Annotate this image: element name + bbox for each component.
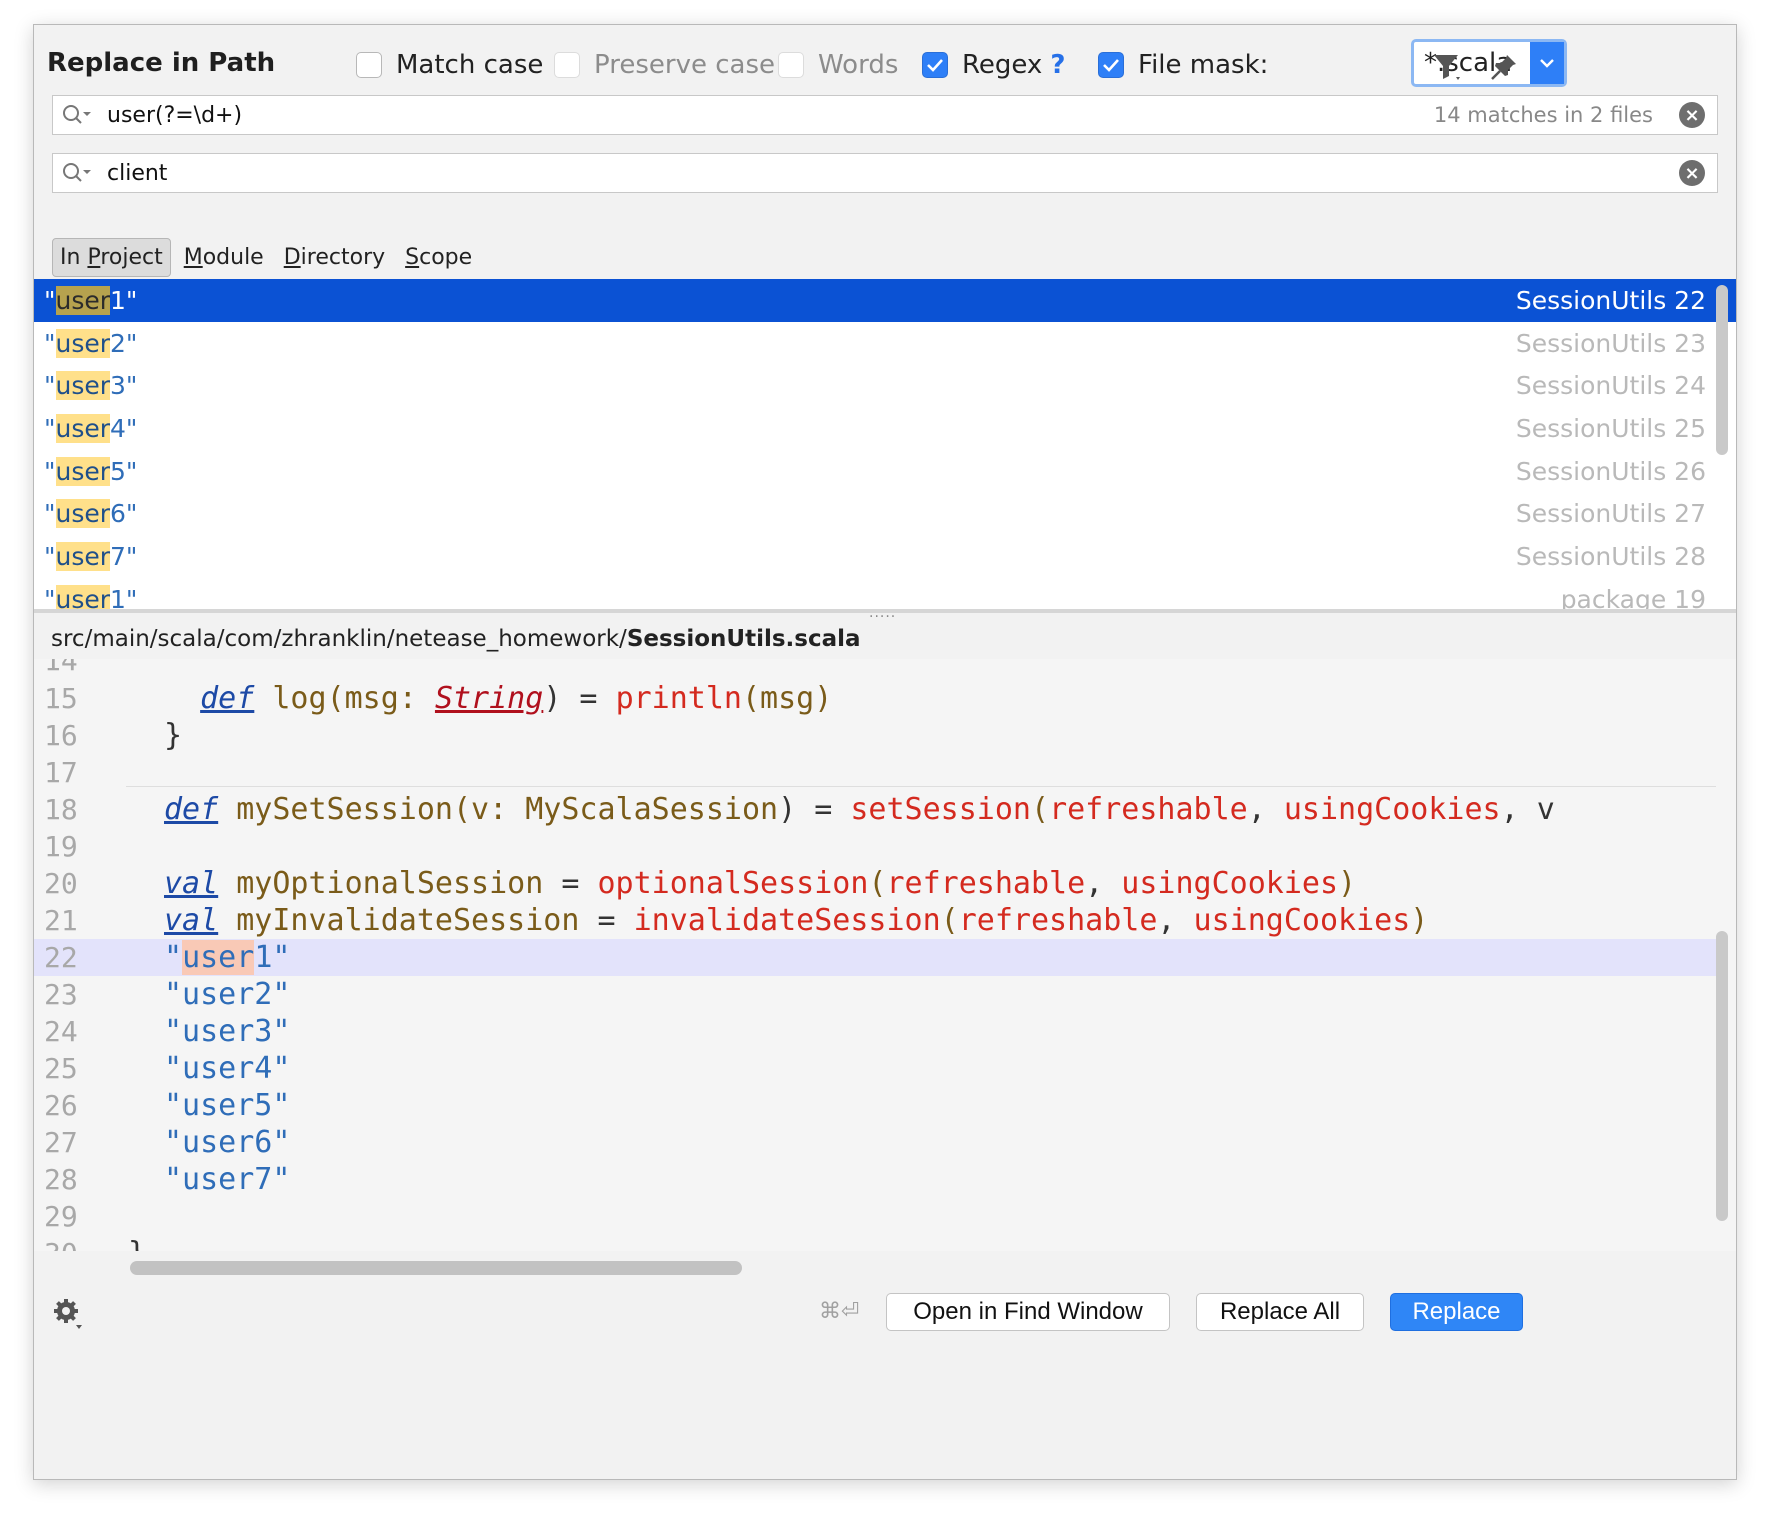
result-text: "user7" xyxy=(44,541,138,571)
result-row[interactable]: "user6" SessionUtils 27 xyxy=(34,492,1736,535)
search-history-icon[interactable] xyxy=(53,103,101,127)
open-in-find-window-button[interactable]: Open in Find Window xyxy=(886,1293,1170,1331)
code-line: 17 xyxy=(44,756,78,789)
result-row[interactable]: "user4" SessionUtils 25 xyxy=(34,407,1736,450)
result-text: "user3" xyxy=(44,371,138,401)
tab-scope[interactable]: Scope xyxy=(398,239,479,276)
result-location: SessionUtils 23 xyxy=(1515,328,1706,358)
result-text: "user4" xyxy=(44,413,138,443)
result-location: SessionUtils 25 xyxy=(1515,413,1706,443)
pin-icon[interactable] xyxy=(1484,47,1524,87)
chevron-down-icon[interactable] xyxy=(1530,42,1564,84)
dialog-title: Replace in Path xyxy=(47,48,276,78)
result-text: "user6" xyxy=(44,499,138,529)
regex-checkbox[interactable] xyxy=(922,52,948,78)
result-text: "user2" xyxy=(44,328,138,358)
result-text: "user1" xyxy=(44,584,137,609)
replace-field[interactable]: client × xyxy=(52,153,1718,193)
code-line: 19 xyxy=(44,830,78,863)
regex-option[interactable]: Regex ? xyxy=(922,45,1065,85)
splitter-grip-icon[interactable]: ..... xyxy=(869,605,896,621)
code-line: 25 "user4" xyxy=(44,1051,291,1086)
code-line: 14 xyxy=(44,659,78,677)
code-line: 23 "user2" xyxy=(44,977,291,1012)
code-line: 30} xyxy=(34,1235,1716,1251)
tab-in-project[interactable]: In Project xyxy=(52,237,171,277)
result-text: "user1" xyxy=(44,285,138,315)
replace-history-icon[interactable] xyxy=(53,161,101,185)
regex-help-icon[interactable]: ? xyxy=(1050,50,1065,80)
result-location: SessionUtils 27 xyxy=(1515,499,1706,529)
result-location: SessionUtils 22 xyxy=(1515,285,1706,315)
tab-directory[interactable]: Directory xyxy=(277,239,392,276)
code-line: 26 "user5" xyxy=(44,1088,291,1123)
result-location: SessionUtils 24 xyxy=(1515,371,1706,401)
code-line: 27 "user6" xyxy=(44,1125,291,1160)
code-line: 20 val myOptionalSession = optionalSessio… xyxy=(44,866,1357,901)
replace-button[interactable]: Replace xyxy=(1390,1293,1523,1331)
scope-tabs: In Project Module Directory Scope xyxy=(52,235,485,279)
match-count: 14 matches in 2 files xyxy=(1433,103,1653,127)
file-mask-option[interactable]: File mask: xyxy=(1098,45,1268,85)
code-line: 29 xyxy=(44,1200,78,1233)
regex-label: Regex xyxy=(962,50,1043,80)
tab-module[interactable]: Module xyxy=(177,239,271,276)
filter-icon[interactable] xyxy=(1428,47,1468,87)
gear-icon[interactable] xyxy=(52,1297,86,1335)
file-mask-label: File mask: xyxy=(1138,50,1269,80)
search-input[interactable]: user(?=\d+) xyxy=(101,103,1434,128)
results-list: "user1" SessionUtils 22 "user2" SessionU… xyxy=(34,279,1736,609)
replace-all-button[interactable]: Replace All xyxy=(1196,1293,1364,1331)
preview-vertical-scrollbar[interactable] xyxy=(1716,931,1728,1221)
code-line-current: 22 "user1" xyxy=(34,939,1716,976)
shortcut-hint: ⌘⏎ xyxy=(819,1299,860,1324)
clear-search-icon[interactable]: × xyxy=(1679,102,1705,128)
words-label: Words xyxy=(818,50,899,80)
file-mask-checkbox[interactable] xyxy=(1098,52,1124,78)
preserve-case-option[interactable]: Preserve case xyxy=(554,45,775,85)
preview-horizontal-scrollbar[interactable] xyxy=(130,1261,742,1275)
code-line: 16} xyxy=(44,718,183,753)
preserve-case-label: Preserve case xyxy=(594,50,775,80)
match-case-checkbox[interactable] xyxy=(356,52,382,78)
code-line: 28 "user7" xyxy=(44,1162,291,1197)
replace-input[interactable]: client xyxy=(101,161,1679,186)
result-row[interactable]: "user2" SessionUtils 23 xyxy=(34,322,1736,365)
result-row[interactable]: "user3" SessionUtils 24 xyxy=(34,364,1736,407)
result-row[interactable]: "user1" SessionUtils 22 xyxy=(34,279,1736,322)
result-text: "user5" xyxy=(44,456,138,486)
code-preview[interactable]: 14 15 def log(msg: String) = println(msg… xyxy=(34,659,1736,1251)
match-case-label: Match case xyxy=(396,50,544,80)
words-checkbox[interactable] xyxy=(778,52,804,78)
result-location: SessionUtils 28 xyxy=(1515,541,1706,571)
code-line: 21 val myInvalidateSession = invalidateSe… xyxy=(44,903,1429,938)
words-option[interactable]: Words xyxy=(778,45,898,85)
preview-file-path: src/main/scala/com/zhranklin/netease_hom… xyxy=(51,626,861,652)
code-line: 18 def mySetSession(v: MyScalaSession) = … xyxy=(44,792,1555,827)
results-scrollbar[interactable] xyxy=(1716,285,1728,455)
replace-in-path-dialog: Replace in Path Match case Preserve case… xyxy=(33,24,1737,1480)
result-location: SessionUtils 26 xyxy=(1515,456,1706,486)
preserve-case-checkbox[interactable] xyxy=(554,52,580,78)
code-line: 24 "user3" xyxy=(44,1014,291,1049)
dialog-footer: ⌘⏎ Open in Find Window Replace All Repla… xyxy=(34,1275,1736,1479)
result-row[interactable]: "user5" SessionUtils 26 xyxy=(34,450,1736,493)
search-field[interactable]: user(?=\d+) 14 matches in 2 files × xyxy=(52,95,1718,135)
match-case-option[interactable]: Match case xyxy=(356,45,543,85)
clear-replace-icon[interactable]: × xyxy=(1679,160,1705,186)
result-location: package 19 xyxy=(1560,584,1706,609)
code-line: 15 def log(msg: String) = println(msg) xyxy=(44,681,833,716)
result-row[interactable]: "user7" SessionUtils 28 xyxy=(34,535,1736,578)
